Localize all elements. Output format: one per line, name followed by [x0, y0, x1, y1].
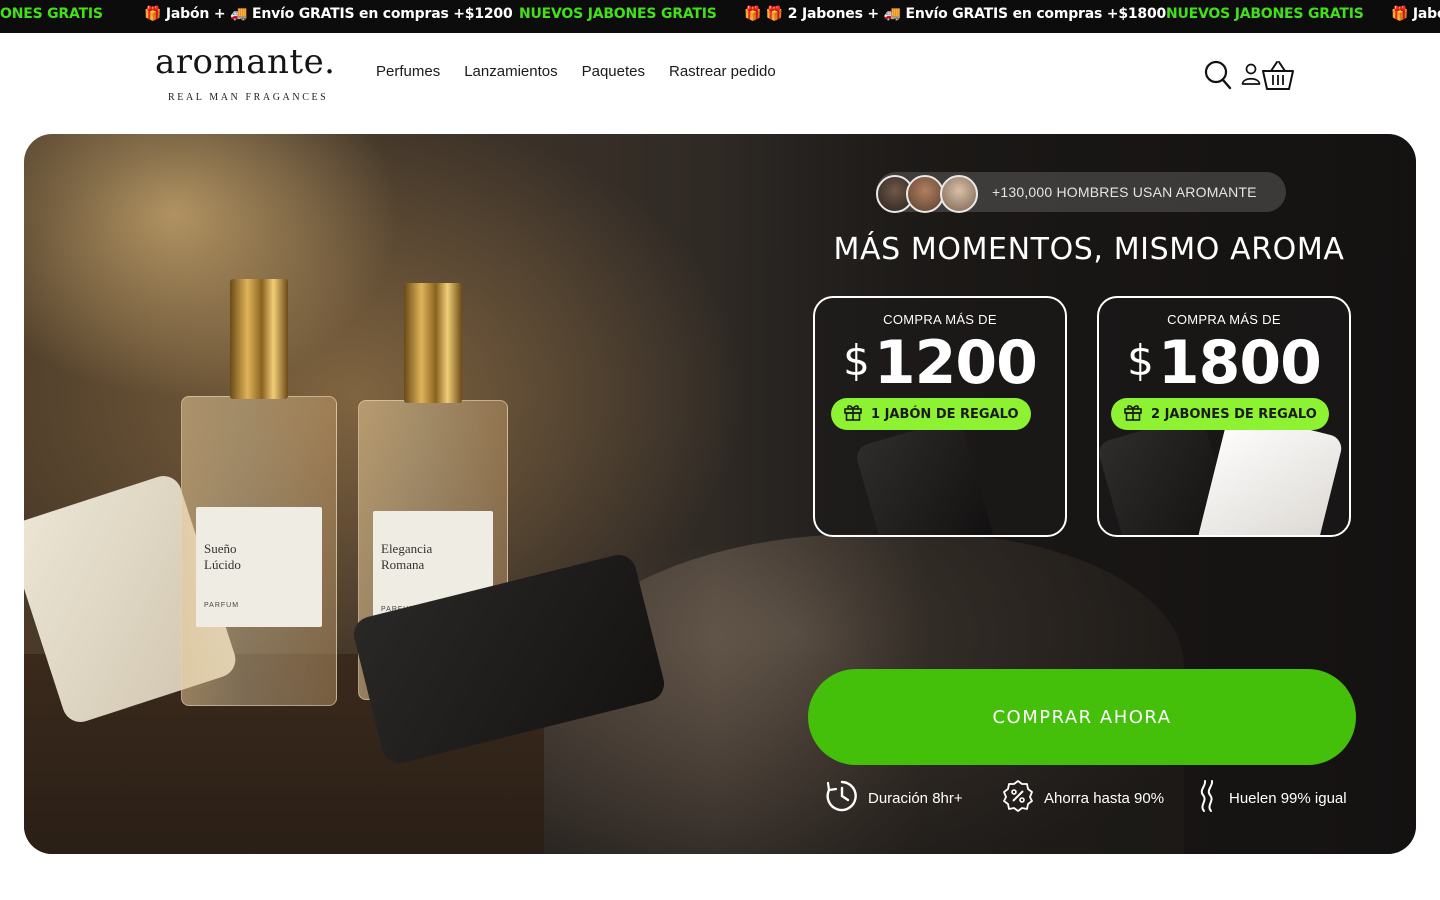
announcement-item: 🎁 Jabón + 🚚 Envío GRATIS en compras +$12…: [144, 6, 513, 22]
avatar: [906, 175, 944, 213]
search-icon[interactable]: [1204, 60, 1232, 95]
announcement-item: ONES GRATIS: [0, 6, 103, 22]
soap-black-image: [853, 417, 999, 535]
feature-savings: Ahorra hasta 90%: [1001, 779, 1165, 818]
nav-item-perfumes[interactable]: Perfumes: [376, 63, 440, 80]
feature-label: Duración 8hr+: [868, 789, 963, 807]
feature-label: Huelen 99% igual: [1229, 789, 1347, 807]
bottle-cap: [230, 279, 288, 399]
clock-icon: [825, 779, 859, 818]
feature-label: Ahorra hasta 90%: [1044, 789, 1165, 807]
gift-label: 1 JABÓN DE REGALO: [871, 406, 1019, 422]
account-icon[interactable]: [1241, 63, 1261, 90]
feature-duration: Duración 8hr+: [825, 779, 963, 818]
gift-badge: 2 JABONES DE REGALO: [1111, 398, 1329, 430]
buy-now-button[interactable]: COMPRAR AHORA: [808, 669, 1356, 765]
offer-card-1200[interactable]: COMPRA MÁS DE $1200 1 JABÓN DE REGALO: [813, 296, 1067, 537]
gift-icon: [1123, 402, 1143, 427]
bottle-cap: [404, 283, 462, 403]
nav-item-lanzamientos[interactable]: Lanzamientos: [464, 63, 557, 80]
nav-item-paquetes[interactable]: Paquetes: [582, 63, 645, 80]
brand-logo[interactable]: aromante. REAL MAN FRAGANCES: [155, 42, 336, 103]
offer-price: $1200: [815, 328, 1065, 398]
bottle-name: Lúcido: [204, 557, 241, 572]
gift-icon: [843, 402, 863, 427]
offer-heading: COMPRA MÁS DE: [1167, 312, 1281, 327]
offer-amount: 1800: [1157, 328, 1322, 398]
offer-amount: 1200: [873, 328, 1038, 398]
offer-currency: $: [843, 336, 870, 385]
bottle-name: Elegancia: [381, 541, 433, 556]
hero-title: MÁS MOMENTOS, MISMO AROMA: [833, 232, 1345, 267]
nav-item-rastrear-pedido[interactable]: Rastrear pedido: [669, 63, 776, 80]
hero-banner: Sueño Lúcido PARFUM Elegancia Romana PAR…: [24, 134, 1416, 854]
percent-badge-icon: [1001, 779, 1035, 818]
gift-label: 2 JABONES DE REGALO: [1151, 406, 1317, 422]
bottle-name: Sueño: [204, 541, 237, 556]
avatar: [940, 175, 978, 213]
social-proof-text: +130,000 HOMBRES USAN AROMANTE: [992, 184, 1257, 200]
bottle-label: Sueño Lúcido PARFUM: [196, 507, 322, 627]
cart-icon[interactable]: [1261, 59, 1295, 96]
scent-waves-icon: [1198, 779, 1220, 818]
announcement-bar: ONES GRATIS 🎁 Jabón + 🚚 Envío GRATIS en …: [0, 0, 1440, 33]
offer-price: $1800: [1099, 328, 1349, 398]
offer-currency: $: [1127, 336, 1154, 385]
bottle-type: PARFUM: [204, 602, 240, 609]
bottle-name: Romana: [381, 557, 425, 572]
offer-card-1800[interactable]: COMPRA MÁS DE $1800 2 JABONES DE REGALO: [1097, 296, 1351, 537]
announcement-item: NUEVOS JABONES GRATIS: [519, 6, 717, 22]
main-nav: Perfumes Lanzamientos Paquetes Rastrear …: [376, 63, 776, 80]
announcement-item: NUEVOS JABONES GRATIS: [1166, 6, 1364, 22]
announcement-item: 🎁 🎁 2 Jabones + 🚚 Envío GRATIS en compra…: [744, 6, 1167, 22]
gift-badge: 1 JABÓN DE REGALO: [831, 398, 1031, 430]
announcement-item: 🎁 Jabo: [1391, 6, 1440, 22]
buy-now-label: COMPRAR AHORA: [992, 706, 1172, 728]
logo-wordmark: aromante.: [155, 42, 336, 82]
site-header: aromante. REAL MAN FRAGANCES Perfumes La…: [0, 33, 1440, 119]
offer-heading: COMPRA MÁS DE: [883, 312, 997, 327]
logo-tagline: REAL MAN FRAGANCES: [168, 92, 329, 103]
product-bottle: Sueño Lúcido PARFUM: [181, 279, 337, 706]
feature-scent-match: Huelen 99% igual: [1198, 779, 1347, 818]
